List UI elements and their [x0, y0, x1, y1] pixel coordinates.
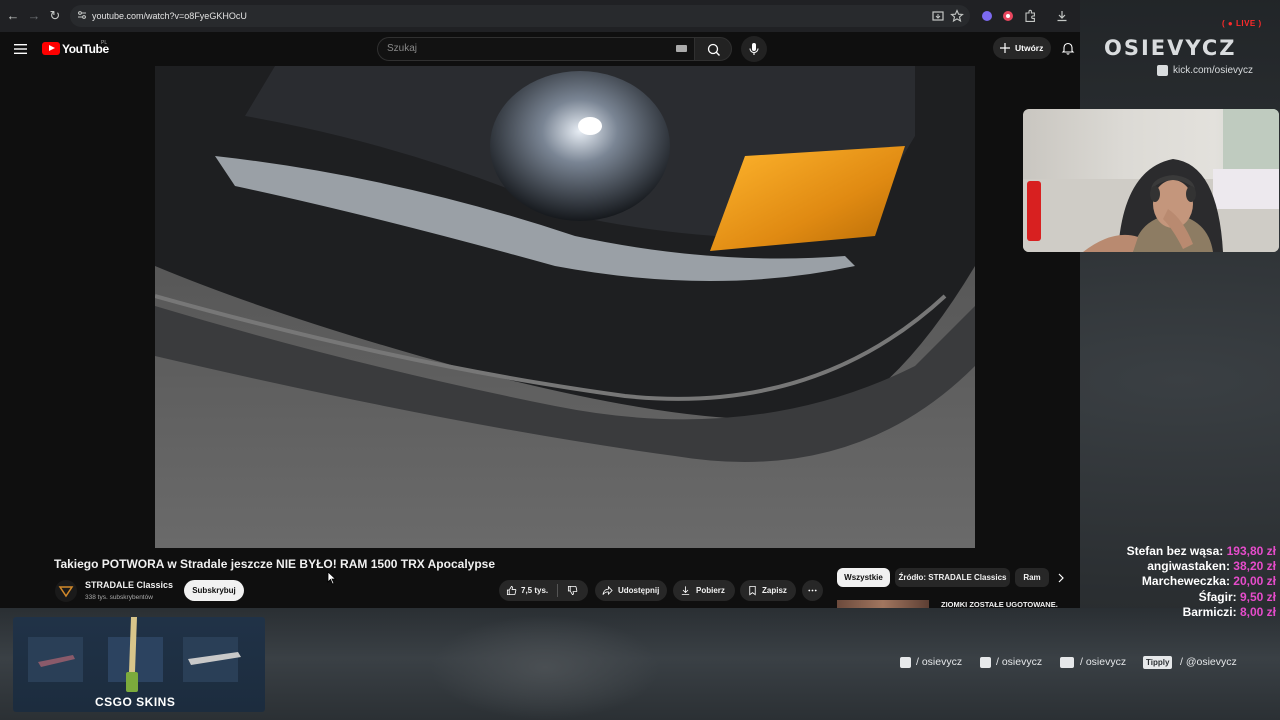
kick-icon: [1157, 65, 1168, 76]
subscribe-button[interactable]: Subskrybuj: [184, 580, 244, 601]
forward-icon[interactable]: →: [26, 8, 42, 24]
reload-icon[interactable]: ↻: [47, 8, 63, 24]
search-input[interactable]: [387, 39, 667, 57]
donation-item: Marcheweczka: 20,00 zł: [1141, 574, 1276, 589]
channel-avatar[interactable]: [55, 580, 77, 602]
live-label: LIVE: [1235, 19, 1256, 28]
instagram-handle: / osievycz: [916, 656, 963, 668]
video-frame-headlight: [155, 66, 975, 548]
mouse-cursor-icon: [327, 571, 337, 585]
notifications-bell-icon[interactable]: [1061, 41, 1075, 55]
webcam-feed: [1023, 109, 1279, 252]
download-label: Pobierz: [696, 586, 725, 595]
save-label: Zapisz: [762, 586, 787, 595]
downloads-icon[interactable]: [1055, 9, 1069, 23]
video-title: Takiego POTWORA w Stradale jeszcze NIE B…: [54, 557, 495, 571]
extension-red-icon[interactable]: [1001, 9, 1015, 23]
tiktok-icon: [980, 657, 991, 668]
sponsor-logo: CSGO SKINS: [95, 695, 176, 709]
donation-item: Barmiczi: 8,00 zł: [1182, 604, 1276, 619]
site-settings-icon[interactable]: [77, 10, 87, 20]
webcam-person-image: [1023, 109, 1279, 252]
more-horizontal-icon: [808, 589, 817, 592]
video-player[interactable]: [155, 66, 975, 548]
donation-item: Śfagir: 9,50 zł: [1198, 589, 1276, 604]
create-label: Utwórz: [1015, 43, 1044, 53]
kick-link: kick.com/osievycz: [1173, 65, 1254, 76]
youtube-social-icon: [1060, 657, 1074, 668]
hamburger-menu-icon[interactable]: [14, 43, 28, 55]
download-icon: [681, 586, 690, 596]
url-text[interactable]: youtube.com/watch?v=o8FyeGKHOcU: [92, 11, 247, 21]
chip-all[interactable]: Wszystkie: [837, 568, 890, 587]
extension-icon[interactable]: [980, 9, 994, 23]
install-app-icon[interactable]: [931, 9, 945, 23]
save-button[interactable]: Zapisz: [740, 580, 796, 601]
bookmark-star-icon[interactable]: [950, 9, 964, 23]
search-button[interactable]: [694, 37, 732, 61]
share-label: Udostępnij: [618, 586, 660, 595]
microphone-icon: [749, 43, 759, 55]
tipply-badge: Tipply: [1143, 656, 1173, 669]
tiktok-handle: / osievycz: [996, 656, 1043, 668]
country-code: PL: [101, 40, 108, 46]
bottom-glow: [430, 615, 660, 720]
like-icon[interactable]: [506, 585, 517, 596]
like-dislike-group: 7,5 tys.: [499, 580, 588, 601]
chip-source[interactable]: Źródło: STRADALE Classics: [895, 568, 1010, 587]
recommended-title[interactable]: ZIOMKI ZOSTAŁE UGOTOWANE.: [941, 600, 1058, 609]
recommended-thumbnail[interactable]: [837, 600, 929, 608]
bookmark-icon: [749, 585, 756, 596]
chip-ram[interactable]: Ram: [1015, 568, 1049, 587]
download-button[interactable]: Pobierz: [673, 580, 735, 601]
keyboard-icon[interactable]: [676, 45, 687, 52]
tipply-handle: / @osievycz: [1180, 656, 1237, 668]
donations-list: Stefan bez wąsa: 193,80 zł angiwastaken:…: [1090, 544, 1276, 620]
like-divider: [557, 584, 558, 597]
back-icon[interactable]: ←: [5, 8, 21, 24]
search-icon: [707, 43, 720, 56]
subscriber-count: 338 tys. subskrybentów: [85, 594, 153, 601]
more-actions-button[interactable]: [802, 580, 823, 601]
instagram-icon: [900, 657, 911, 668]
chevron-right-icon[interactable]: [1055, 571, 1067, 585]
share-button[interactable]: Udostępnij: [595, 580, 667, 601]
streamer-name: OSIEVYCZ: [1104, 36, 1237, 60]
donation-item: angiwastaken: 38,20 zł: [1147, 559, 1276, 574]
donation-item: Stefan bez wąsa: 193,80 zł: [1126, 544, 1276, 558]
share-icon: [602, 585, 613, 596]
dislike-icon[interactable]: [567, 585, 578, 596]
channel-logo-icon: [58, 586, 74, 598]
extensions-puzzle-icon[interactable]: [1023, 9, 1037, 23]
voice-search-button[interactable]: [741, 36, 767, 62]
like-count[interactable]: 7,5 tys.: [521, 586, 548, 595]
youtube-handle: / osievycz: [1080, 656, 1127, 668]
youtube-logo-icon[interactable]: [42, 42, 60, 55]
live-badge: ( ● LIVE ): [1222, 19, 1262, 28]
channel-name[interactable]: STRADALE Classics: [85, 580, 173, 590]
plus-icon: [1000, 43, 1010, 53]
